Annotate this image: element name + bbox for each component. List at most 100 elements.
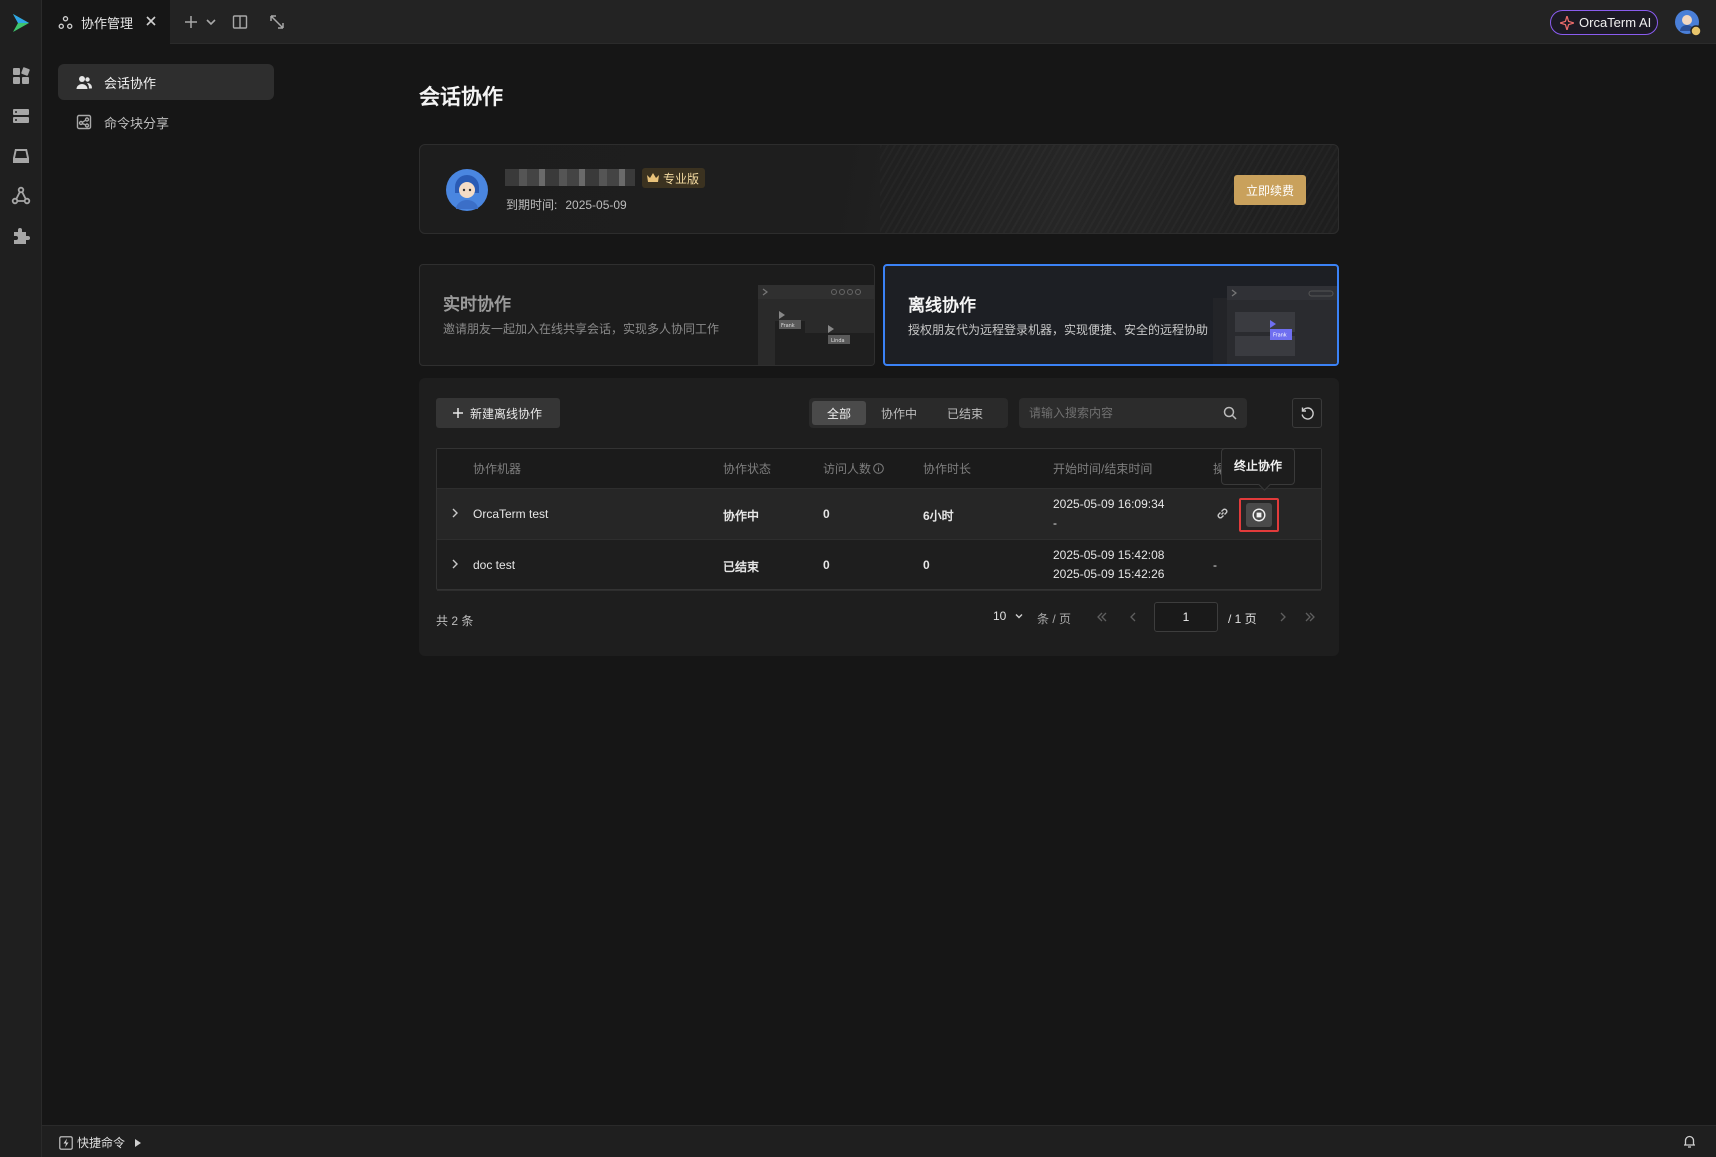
chevron-down-icon[interactable] bbox=[204, 13, 218, 31]
refresh-button[interactable] bbox=[1292, 398, 1322, 428]
orcaterm-ai-button[interactable]: OrcaTerm AI bbox=[1550, 10, 1658, 35]
status-filter: 全部 协作中 已结束 bbox=[809, 398, 1008, 428]
table-header: 协作机器 协作状态 访问人数 协作时长 开始时间/结束时间 操作 bbox=[437, 449, 1321, 489]
offline-illustration: Frank bbox=[1213, 286, 1337, 364]
mode-card-realtime[interactable]: 实时协作 邀请朋友一起加入在线共享会话，实现多人协同工作 Frank Linda bbox=[419, 264, 875, 366]
page-number-input[interactable] bbox=[1154, 602, 1218, 632]
table-row[interactable]: OrcaTerm test 协作中 0 6小时 2025-05-09 16:09… bbox=[437, 489, 1321, 540]
tag-frank: Frank bbox=[781, 323, 795, 329]
plan-card: 专业版 到期时间: 2025-05-09 立即续费 bbox=[419, 144, 1339, 234]
subnav-label: 会话协作 bbox=[104, 75, 157, 91]
machine-name: doc test bbox=[473, 558, 516, 572]
column-header: 协作机器 bbox=[473, 462, 522, 476]
refresh-icon bbox=[1301, 406, 1314, 420]
time-range: 2025-05-09 16:09:34 - bbox=[1053, 495, 1164, 533]
users-icon bbox=[76, 76, 92, 89]
pagination: 10 条 / 页 / 1 页 bbox=[419, 600, 1339, 634]
page-title: 会话协作 bbox=[419, 86, 503, 109]
bell-icon[interactable] bbox=[1682, 1134, 1697, 1149]
column-header: 协作时长 bbox=[923, 462, 972, 476]
next-page-icon[interactable] bbox=[1277, 611, 1289, 623]
renew-button[interactable]: 立即续费 bbox=[1234, 175, 1306, 205]
left-rail bbox=[0, 0, 42, 1157]
ai-button-label: OrcaTerm AI bbox=[1579, 15, 1652, 30]
crown-icon bbox=[647, 173, 659, 182]
dashboard-icon[interactable] bbox=[11, 66, 31, 86]
mode-title: 离线协作 bbox=[908, 296, 976, 315]
avatar bbox=[446, 169, 488, 211]
search-box bbox=[1019, 398, 1247, 428]
status-text: 协作中 bbox=[723, 509, 760, 523]
user-avatar[interactable] bbox=[1674, 9, 1702, 37]
status-text: 已结束 bbox=[723, 560, 760, 574]
quick-command-button[interactable]: 快捷命令 bbox=[59, 1134, 142, 1151]
start-time: 2025-05-09 15:42:08 bbox=[1053, 548, 1165, 562]
collab-list-panel: 新建离线协作 全部 协作中 已结束 协作机器 协作状态 访问人数 协作时长 开始… bbox=[419, 378, 1339, 656]
chevron-right-icon[interactable] bbox=[449, 558, 461, 570]
new-button-label: 新建离线协作 bbox=[470, 406, 543, 421]
share-icon bbox=[76, 114, 92, 130]
realtime-illustration: Frank Linda bbox=[758, 285, 874, 365]
subnav-item-session-collab[interactable]: 会话协作 bbox=[58, 64, 274, 100]
server-icon[interactable] bbox=[11, 106, 31, 126]
sub-navigation: 会话协作 命令块分享 bbox=[58, 64, 274, 144]
collaboration-icon bbox=[58, 15, 73, 29]
end-time: - bbox=[1053, 516, 1057, 530]
triangle-right-icon bbox=[135, 1138, 142, 1147]
sparkle-icon bbox=[1560, 15, 1574, 30]
last-page-icon[interactable] bbox=[1304, 611, 1316, 623]
app-logo-icon[interactable] bbox=[10, 12, 32, 34]
link-icon[interactable] bbox=[1215, 506, 1230, 521]
subnav-label: 命令块分享 bbox=[104, 115, 170, 131]
time-range: 2025-05-09 15:42:08 2025-05-09 15:42:26 bbox=[1053, 546, 1164, 584]
mode-card-offline[interactable]: 离线协作 授权朋友代为远程登录机器，实现便捷、安全的远程协助 Frank bbox=[883, 264, 1339, 366]
first-page-icon[interactable] bbox=[1096, 611, 1108, 623]
tag-linda: Linda bbox=[831, 338, 845, 344]
collaboration-icon[interactable] bbox=[11, 186, 31, 206]
new-offline-collab-button[interactable]: 新建离线协作 bbox=[436, 398, 560, 428]
stop-collab-button[interactable] bbox=[1239, 498, 1279, 532]
plus-icon bbox=[453, 408, 463, 418]
tab-collab-management[interactable]: 协作管理 bbox=[42, 0, 170, 44]
top-bar: 协作管理 OrcaTerm AI bbox=[42, 0, 1716, 44]
page-size-unit: 条 / 页 bbox=[1037, 612, 1072, 626]
page-size-select[interactable]: 10 bbox=[993, 609, 1024, 623]
split-view-icon[interactable] bbox=[231, 13, 249, 31]
search-icon[interactable] bbox=[1223, 406, 1237, 420]
stop-button-inner bbox=[1246, 503, 1272, 527]
stop-icon bbox=[1252, 508, 1266, 522]
mode-desc: 授权朋友代为远程登录机器，实现便捷、安全的远程协助 bbox=[908, 323, 1209, 337]
plus-icon[interactable] bbox=[182, 13, 200, 31]
duration: 0 bbox=[923, 558, 930, 572]
prev-page-icon[interactable] bbox=[1127, 611, 1139, 623]
plugin-icon[interactable] bbox=[11, 226, 31, 246]
chevron-right-icon[interactable] bbox=[449, 507, 461, 519]
column-header-label: 访问人数 bbox=[823, 462, 872, 476]
search-input[interactable] bbox=[1019, 398, 1219, 428]
expiry-info: 到期时间: 2025-05-09 bbox=[506, 196, 627, 213]
filter-active[interactable]: 协作中 bbox=[866, 401, 932, 425]
collab-table: 协作机器 协作状态 访问人数 协作时长 开始时间/结束时间 操作 OrcaTer… bbox=[436, 448, 1322, 591]
operation-empty: - bbox=[1213, 558, 1217, 572]
subnav-item-command-share[interactable]: 命令块分享 bbox=[58, 104, 274, 140]
chevron-down-icon bbox=[1015, 614, 1023, 619]
duration: 6小时 bbox=[923, 509, 954, 523]
maximize-icon[interactable] bbox=[268, 13, 286, 31]
visitor-count: 0 bbox=[823, 507, 830, 521]
filter-ended[interactable]: 已结束 bbox=[932, 401, 998, 425]
end-time: 2025-05-09 15:42:26 bbox=[1053, 567, 1165, 581]
info-icon[interactable] bbox=[873, 463, 884, 474]
expiry-label: 到期时间: bbox=[506, 198, 558, 212]
start-time: 2025-05-09 16:09:34 bbox=[1053, 497, 1165, 511]
storage-icon[interactable] bbox=[11, 146, 31, 166]
tag-frank: Frank bbox=[1273, 333, 1287, 339]
close-icon[interactable] bbox=[144, 14, 158, 28]
main-content: 会话协作 专业版 到期时间: 2025-05-09 立即续费 实时协作 邀请朋友一… bbox=[419, 80, 1339, 656]
column-header: 开始时间/结束时间 bbox=[1053, 462, 1153, 476]
quick-command-label: 快捷命令 bbox=[77, 1136, 126, 1150]
table-row[interactable]: doc test 已结束 0 0 2025-05-09 15:42:08 202… bbox=[437, 540, 1321, 591]
pro-badge: 专业版 bbox=[642, 168, 706, 188]
username-redacted bbox=[505, 169, 635, 186]
visitor-count: 0 bbox=[823, 558, 830, 572]
filter-all[interactable]: 全部 bbox=[812, 401, 867, 425]
